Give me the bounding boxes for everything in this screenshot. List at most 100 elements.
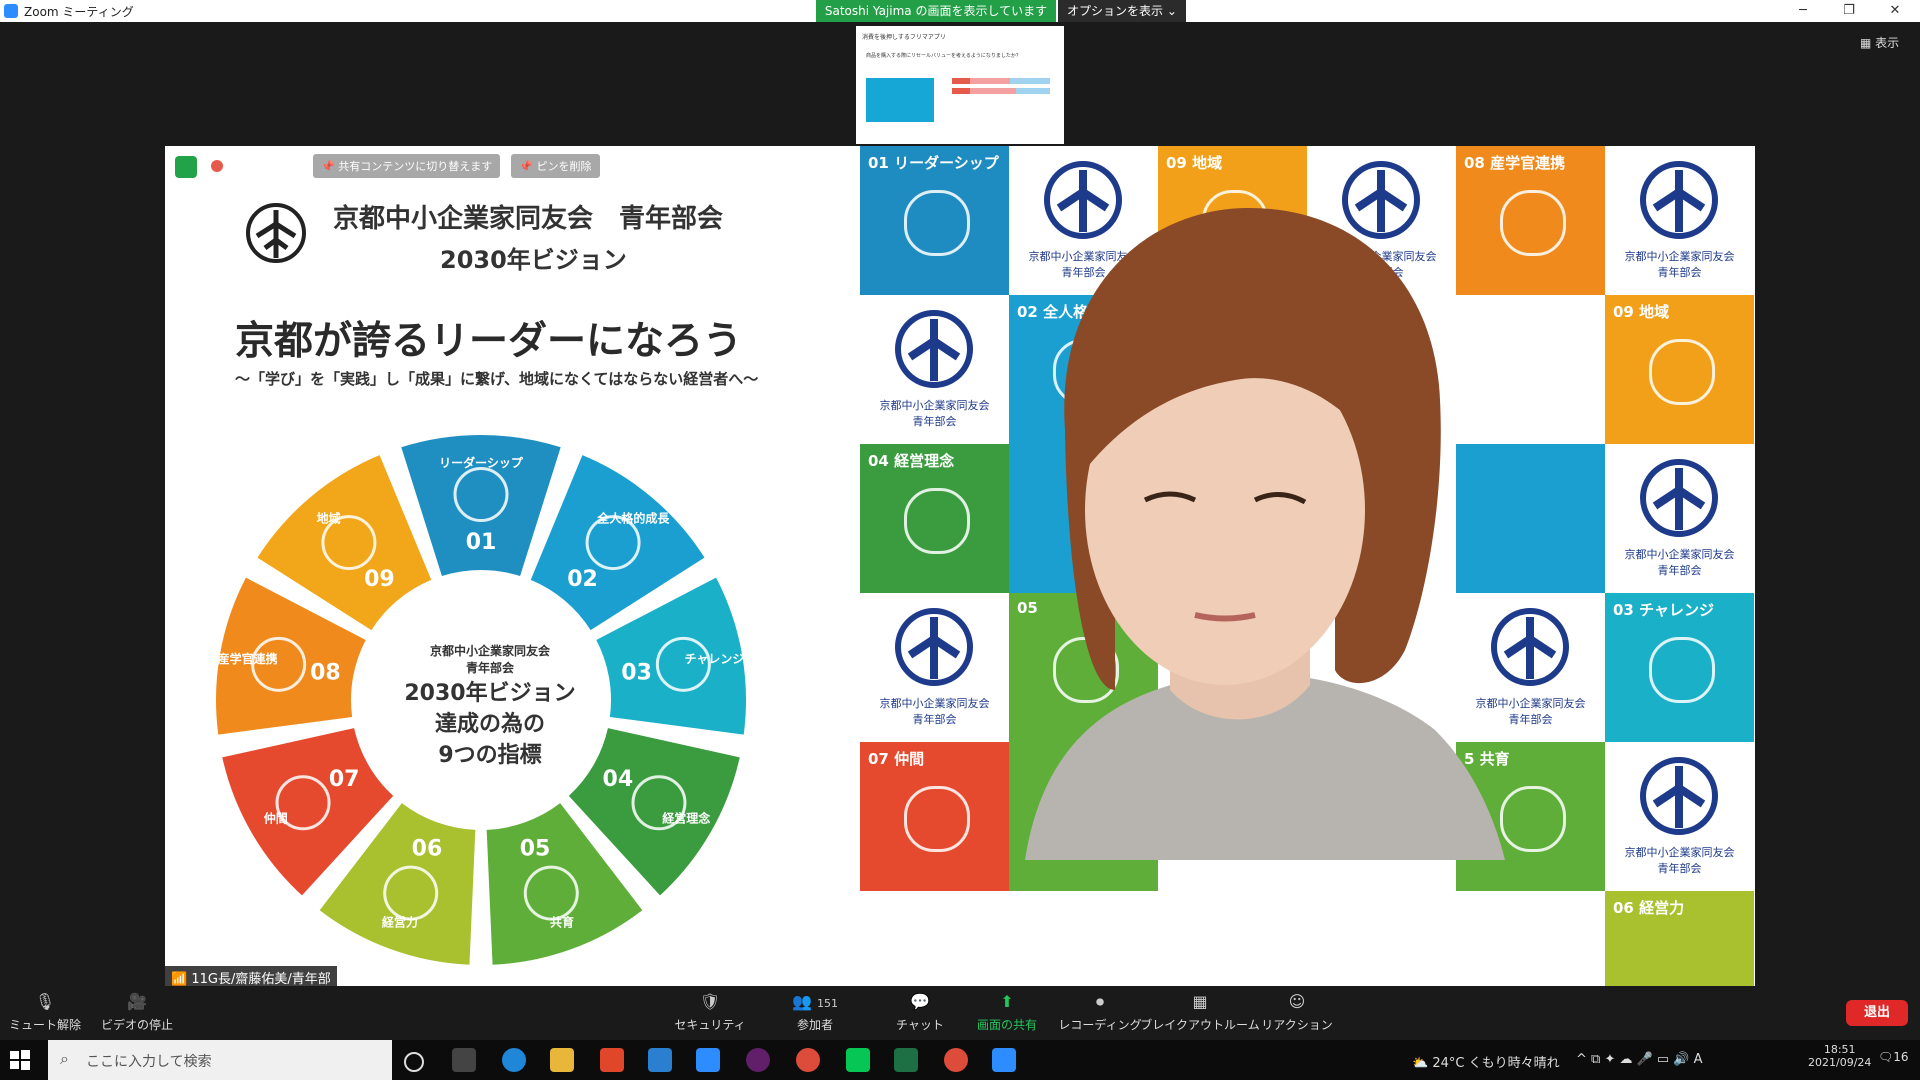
active-speaker-video[interactable]: 📌 共有コンテンツに切り替えます 📌 ピンを削除 京都中小企業家同友会 青年部会… — [165, 146, 1755, 986]
security-button[interactable]: 🛡 セキュリティ — [665, 992, 755, 1033]
view-options-button[interactable]: オプションを表示 ⌄ — [1058, 0, 1186, 22]
zoom-taskbar-icon[interactable] — [992, 1048, 1016, 1072]
wheel-segment-label: 仲間 — [264, 811, 288, 826]
virtual-background-slide: 📌 共有コンテンツに切り替えます 📌 ピンを削除 京都中小企業家同友会 青年部会… — [165, 146, 859, 986]
search-placeholder: ここに入力して検索 — [86, 1054, 212, 1070]
chrome-profile-icon[interactable] — [944, 1048, 968, 1072]
backdrop-logo-tile: 京都中小企業家同友会青年部会 — [1605, 444, 1754, 593]
windows-taskbar: ⌕ ここに入力して検索 ⛅ 24°C くもり時々晴れ ^ ⧉ ✦ ☁ 🎤 ▭ 🔊… — [0, 1040, 1920, 1080]
taskbar-clock[interactable]: 18:51 2021/09/24 — [1808, 1043, 1871, 1069]
weather-text: 24°C くもり時々晴れ — [1432, 1056, 1560, 1071]
backdrop-segment-tile: 09 地域 — [1605, 295, 1754, 444]
breakout-rooms-button[interactable]: ▦ ブレイクアウトルーム — [1140, 992, 1260, 1033]
minimize-button[interactable]: ─ — [1780, 0, 1826, 22]
edge-browser-icon[interactable] — [502, 1048, 526, 1072]
security-label: セキュリティ — [674, 1018, 746, 1032]
wheel-segment-number: 07 — [329, 767, 360, 792]
backdrop-logo-tile: 京都中小企業家同友会青年部会 — [1605, 742, 1754, 891]
muted-mic-icon: 🎙 — [34, 992, 56, 1011]
thumbnail-bar — [952, 88, 970, 94]
record-icon: ⏺ — [1095, 992, 1104, 1011]
backdrop-logo-text: 京都中小企業家同友会 — [1624, 250, 1735, 263]
cortana-icon[interactable] — [404, 1052, 424, 1072]
clock-time: 18:51 — [1823, 1043, 1856, 1056]
wheel-segment-label: 経営理念 — [662, 811, 710, 826]
chrome-icon[interactable] — [796, 1048, 820, 1072]
wheel-segment-number: 06 — [412, 836, 443, 861]
pin-toolbar: 📌 共有コンテンツに切り替えます 📌 ピンを削除 — [313, 154, 606, 178]
backdrop-logo-text: 青年部会 — [1657, 862, 1702, 875]
view-options-label: オプションを表示 — [1067, 4, 1164, 18]
taskbar-search-input[interactable]: ⌕ ここに入力して検索 — [48, 1040, 392, 1080]
backdrop-logo-text: 青年部会 — [1657, 564, 1702, 577]
backdrop-logo-text: 青年部会 — [1657, 266, 1702, 279]
unmute-label: ミュート解除 — [8, 1018, 81, 1032]
wheel-segment-number: 09 — [364, 567, 395, 592]
wheel-segment-label: チャレンジ — [684, 652, 744, 666]
clock-date: 2021/09/24 — [1808, 1056, 1872, 1069]
record-button[interactable]: ⏺ レコーディング — [1055, 992, 1145, 1033]
close-button[interactable]: ✕ — [1872, 0, 1918, 22]
speaker-person — [1025, 207, 1505, 860]
participants-button[interactable]: 👥 151 参加者 — [770, 992, 860, 1033]
security-shield-icon: 🛡 — [699, 992, 721, 1011]
backdrop-segment-tile: 03 チャレンジ — [1605, 593, 1754, 742]
share-screen-label: 画面の共有 — [976, 1018, 1037, 1032]
wheel-center-line: 達成の為の — [434, 712, 545, 737]
leave-meeting-button[interactable]: 退出 — [1846, 1000, 1908, 1026]
system-tray-icons[interactable]: ^ ⧉ ✦ ☁ 🎤 ▭ 🔊 A — [1576, 1052, 1703, 1067]
share-screen-icon: ⬆ — [1000, 992, 1014, 1011]
slack-icon[interactable] — [746, 1048, 770, 1072]
unmute-button[interactable]: 🎙 ミュート解除 — [0, 992, 90, 1033]
encryption-shield-icon — [175, 156, 197, 178]
backdrop-pictogram-icon — [1649, 339, 1715, 405]
weather-widget[interactable]: ⛅ 24°C くもり時々晴れ — [1412, 1052, 1560, 1071]
backdrop-pictogram-icon — [1649, 637, 1715, 703]
participants-icon: 👥 151 — [791, 992, 838, 1011]
share-screen-button[interactable]: ⬆ 画面の共有 — [962, 992, 1052, 1033]
wheel-segment-number: 05 — [520, 836, 551, 861]
wheel-center-org: 京都中小企業家同友会 青年部会 — [365, 642, 615, 676]
chat-button[interactable]: 💬 チャット — [875, 992, 965, 1033]
wheel-segment-number: 08 — [310, 661, 341, 686]
view-mode-button[interactable]: ▦ 表示 — [1860, 34, 1899, 51]
reactions-button[interactable]: ☺ リアクション — [1252, 992, 1342, 1033]
notification-center-icon[interactable]: 🗨16 — [1878, 1050, 1909, 1064]
office-icon[interactable] — [600, 1048, 624, 1072]
thumbnail-callout — [866, 78, 934, 122]
wheel-center-line: 京都中小企業家同友会 — [429, 644, 550, 658]
recording-dot-icon — [211, 160, 223, 172]
thumbnail-bar — [970, 88, 1016, 94]
thumbnail-bar — [1010, 78, 1050, 84]
thumbnail-bar — [970, 78, 1010, 84]
stop-video-button[interactable]: 🎥 ビデオの停止 — [92, 992, 182, 1033]
excel-icon[interactable] — [894, 1048, 918, 1072]
wheel-center-title: 2030年ビジョン 達成の為の 9つの指標 — [365, 678, 615, 771]
chat-bubble-icon: 💬 — [910, 992, 930, 1011]
participants-count: 151 — [817, 997, 838, 1010]
restore-button[interactable]: ❐ — [1826, 0, 1872, 22]
sharing-banner: Satoshi Yajima の画面を表示しています — [816, 0, 1056, 22]
store-icon[interactable] — [648, 1048, 672, 1072]
line-icon[interactable] — [846, 1048, 870, 1072]
video-camera-icon: 🎥 — [127, 992, 147, 1011]
org-title: 京都中小企業家同友会 青年部会 — [333, 204, 724, 234]
task-view-icon[interactable] — [452, 1048, 476, 1072]
participant-name-label: 📶 11G長/齋藤佑美/青年部 — [165, 966, 337, 986]
backdrop-tile-label: 04 経営理念 — [868, 452, 955, 470]
windows-start-icon[interactable] — [8, 1048, 32, 1072]
switch-to-shared-content-button[interactable]: 📌 共有コンテンツに切り替えます — [313, 154, 501, 178]
backdrop-tile-label: 06 経営力 — [1613, 899, 1685, 917]
slide-subline: ～「学び」を「実践」し「成果」に繋げ、地域になくてはならない経営者へ～ — [235, 370, 759, 388]
backdrop-logo-text: 京都中小企業家同友会 — [1624, 548, 1735, 561]
file-explorer-icon[interactable] — [550, 1048, 574, 1072]
weather-cloud-icon: ⛅ — [1412, 1056, 1429, 1071]
slide-headline: 京都が誇るリーダーになろう — [235, 319, 743, 364]
wheel-center-line: 青年部会 — [465, 661, 514, 675]
backdrop-tile-label: 09 地域 — [1613, 303, 1670, 321]
mail-icon[interactable] — [696, 1048, 720, 1072]
breakout-grid-icon: ▦ — [1192, 992, 1208, 1011]
shared-screen-thumbnail[interactable]: 消費を後押しするフリマアプリ 商品を購入する際にリセールバリューを考えるようにな… — [856, 26, 1064, 144]
vision-title: 2030年ビジョン — [440, 246, 627, 274]
remove-pin-button[interactable]: 📌 ピンを削除 — [511, 154, 600, 178]
